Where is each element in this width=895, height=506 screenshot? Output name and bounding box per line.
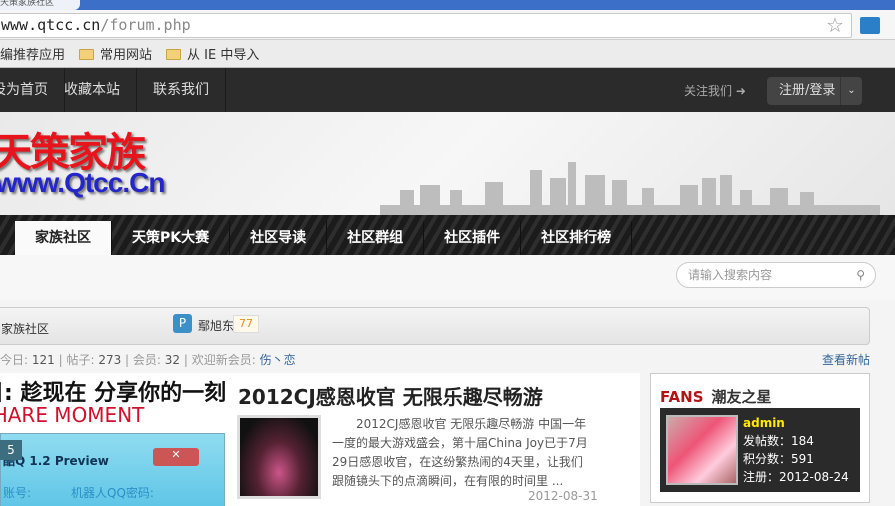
url-input[interactable]: www.qtcc.cn/forum.php: [0, 13, 852, 38]
top-nav: 设为首页 收藏本站 联系我们 关注我们 ➜: [0, 68, 895, 112]
fans-card: admin 发帖数：184 积分数：591 注册：2012-08-24: [660, 408, 860, 492]
avatar[interactable]: [666, 415, 738, 485]
bookmark-folder-ie[interactable]: 从 IE 中导入: [166, 44, 259, 63]
stat-label: 帖子:: [66, 353, 95, 367]
nav-guide[interactable]: 社区导读: [230, 221, 328, 255]
browser-tab-strip: [0, 0, 895, 10]
contact-us-link[interactable]: 联系我们: [137, 68, 226, 112]
slide-number[interactable]: 5: [0, 440, 22, 460]
bookmarks-bar: 编推荐应用 常用网站 从 IE 中导入: [0, 40, 895, 68]
slide-label: 账号:: [3, 486, 32, 500]
search-icon[interactable]: ⚲: [856, 263, 865, 287]
article-thumbnail[interactable]: [237, 415, 321, 499]
fans-posts: 发帖数：184: [743, 434, 814, 448]
fans-points: 积分数：591: [743, 452, 814, 466]
address-bar-area: www.qtcc.cn/forum.php ☆: [0, 10, 895, 40]
article-date: 2012-08-31: [528, 489, 598, 503]
bookmark-folder-common[interactable]: 常用网站: [79, 44, 152, 63]
stat-today: 121: [31, 353, 55, 367]
fans-title: 潮友之星: [711, 388, 772, 406]
bookmark-star-icon[interactable]: ☆: [826, 13, 844, 37]
stat-posts: 273: [98, 353, 122, 367]
fans-username[interactable]: admin: [743, 414, 849, 432]
bookmark-apps[interactable]: 编推荐应用: [0, 44, 65, 63]
breadcrumb: 家族社区 P 鄢旭东 77: [0, 307, 870, 345]
nav-family-community[interactable]: 家族社区: [15, 221, 112, 255]
breadcrumb-current[interactable]: 家族社区: [1, 320, 49, 337]
folder-icon: [79, 49, 95, 60]
browser-tab[interactable]: 天策家族社区: [0, 0, 80, 10]
stat-members: 32: [164, 353, 181, 367]
fans-label: FANS: [660, 388, 704, 406]
slideshow[interactable]: 栏目: 趁现在 分享你的一刻 SHARE MOMENT 酷Q 1.2 Previ…: [0, 373, 228, 506]
main-nav: 家族社区 天策PK大赛 社区导读 社区群组 社区插件 社区排行榜: [0, 215, 895, 255]
search-placeholder: 请输入搜索内容: [688, 268, 773, 282]
fans-heading: FANS 潮友之星: [660, 386, 772, 407]
url-path: /forum.php: [100, 16, 191, 34]
user-badge-icon: P: [173, 314, 192, 333]
bookmark-label: 从 IE 中导入: [187, 48, 260, 63]
slide-image: 酷Q 1.2 Preview ✕ 账号: 机器人QQ密码:: [0, 433, 225, 506]
stat-label: 欢迎新会员:: [191, 353, 256, 367]
city-skyline-image: [380, 162, 880, 215]
login-label: 注册/登录: [779, 83, 836, 98]
favorite-site-link[interactable]: 收藏本站: [48, 68, 137, 112]
slide-label: 机器人QQ密码:: [71, 486, 154, 500]
nav-groups[interactable]: 社区群组: [327, 221, 425, 255]
fans-joined: 注册：2012-08-24: [743, 470, 849, 484]
nav-pk-contest[interactable]: 天策PK大赛: [112, 221, 231, 255]
nav-rankings[interactable]: 社区排行榜: [521, 221, 633, 255]
tab-title: 天策家族社区: [0, 0, 55, 8]
view-new-posts-link[interactable]: 查看新帖: [822, 351, 870, 368]
bookmark-label: 常用网站: [100, 48, 153, 63]
login-register-button[interactable]: 注册/登录 ⌄: [767, 77, 862, 105]
newest-member-link[interactable]: 伤丶恋: [260, 353, 296, 367]
stat-label: 会员:: [132, 353, 161, 367]
moderator-count: 77: [233, 315, 259, 333]
url-host: www.qtcc.cn: [1, 16, 101, 34]
extension-icon[interactable]: [860, 17, 880, 34]
search-input[interactable]: 请输入搜索内容 ⚲: [676, 262, 876, 288]
moderator-name[interactable]: 鄢旭东: [198, 317, 234, 334]
site-logo-url: www.Qtcc.Cn: [0, 167, 165, 198]
nav-plugins[interactable]: 社区插件: [424, 221, 522, 255]
close-icon: ✕: [153, 448, 199, 466]
fans-info: admin 发帖数：184 积分数：591 注册：2012-08-24: [743, 414, 849, 486]
stat-label: 今日:: [0, 353, 29, 367]
featured-article: 2012CJ感恩收官 无限乐趣尽畅游 2012CJ感恩收官 无限乐趣尽畅游 中国…: [228, 373, 640, 506]
slide-subtitle: SHARE MOMENT: [0, 403, 145, 427]
forum-stats: 今日: 121 | 帖子: 273 | 会员: 32 | 欢迎新会员: 伤丶恋: [0, 353, 296, 367]
article-title[interactable]: 2012CJ感恩收官 无限乐趣尽畅游: [238, 381, 543, 410]
fans-star-panel: FANS 潮友之星 admin 发帖数：184 积分数：591 注册：2012-0…: [650, 373, 870, 503]
folder-icon: [166, 49, 182, 60]
follow-us-link[interactable]: 关注我们 ➜: [684, 82, 746, 99]
chevron-down-icon[interactable]: ⌄: [840, 77, 862, 105]
article-summary: 2012CJ感恩收官 无限乐趣尽畅游 中国一年一度的最大游戏盛会，第十届Chin…: [332, 417, 588, 488]
